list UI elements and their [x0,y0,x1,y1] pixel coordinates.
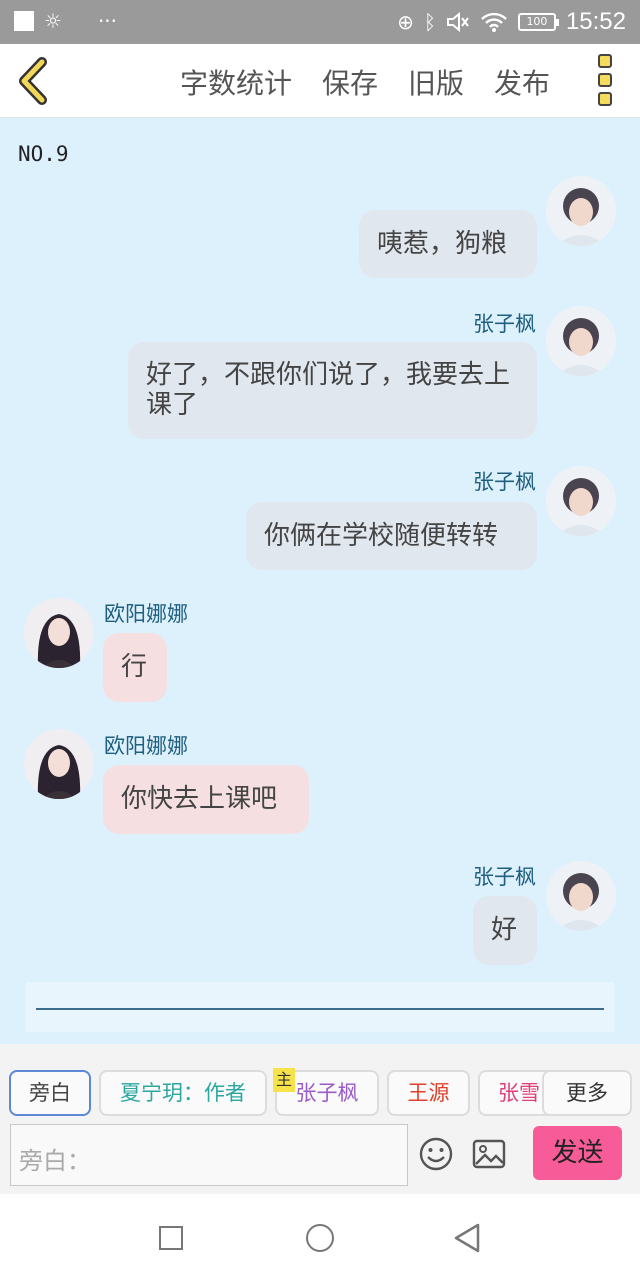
battery-icon: 100 [517,13,559,31]
sender-name: 欧阳娜娜 [104,734,188,758]
avatar[interactable] [546,466,616,536]
chat-area[interactable]: NO.9 咦惹，狗粮 张子枫 好了，不跟你们说了，我要去上课了 张子枫 你俩在学… [0,118,640,1044]
save-button[interactable]: 保存 [322,62,378,102]
publish-button[interactable]: 发布 [494,62,550,102]
chapter-number: NO.9 [18,142,69,166]
avatar[interactable] [546,306,616,376]
more-menu-icon[interactable] [598,54,614,106]
toolbar: 字数统计 保存 旧版 发布 [0,44,640,118]
divider-line [36,1008,604,1010]
role-narrator[interactable]: 旁白 [9,1070,91,1116]
avatar[interactable] [546,176,616,246]
status-bar: ☼ ··· ⊕ ᛒ 100 15:52 [0,0,640,44]
sender-name: 张子枫 [473,312,536,336]
clock: 15:52 [565,8,626,35]
image-icon[interactable] [471,1136,507,1172]
message-input[interactable]: 旁白： [10,1124,408,1186]
sender-name: 欧阳娜娜 [104,602,188,626]
back-triangle-icon[interactable] [452,1222,482,1254]
back-chevron-icon[interactable] [14,56,54,106]
recents-square-icon[interactable] [159,1226,183,1250]
mute-icon [446,11,469,33]
send-button[interactable]: 发送 [533,1126,622,1180]
main-role-badge: 主 [273,1068,295,1092]
avatar[interactable] [546,861,616,931]
message-bubble[interactable]: 你俩在学校随便转转 [246,502,537,570]
word-count-button[interactable]: 字数统计 [180,62,292,102]
more-notifications: ··· [97,9,118,33]
message-bubble[interactable]: 咦惹，狗粮 [359,210,537,278]
data-saver-icon: ⊕ [397,10,414,34]
end-divider [26,982,614,1032]
message-bubble[interactable]: 你快去上课吧 [103,765,309,834]
emoji-icon[interactable] [418,1136,454,1172]
sender-name: 张子枫 [473,470,536,494]
avatar[interactable] [24,729,94,799]
sun-icon: ☼ [44,9,62,33]
message-bubble[interactable]: 好 [473,896,537,965]
bluetooth-icon: ᛒ [423,10,436,34]
old-version-button[interactable]: 旧版 [408,62,464,102]
role-selector: 旁白 夏宁玥：作者 张子枫 主 王源 张雪 更多 [0,1068,640,1118]
composer: 旁白 夏宁玥：作者 张子枫 主 王源 张雪 更多 旁白： 发送 [0,1044,640,1194]
wifi-icon [481,12,507,32]
role-author[interactable]: 夏宁玥：作者 [99,1070,267,1116]
message-bubble[interactable]: 好了，不跟你们说了，我要去上课了 [128,342,537,439]
home-circle-icon[interactable] [306,1224,334,1252]
more-roles-button[interactable]: 更多 [542,1070,632,1116]
white-square-icon [14,11,34,31]
navigation-bar [0,1194,640,1280]
message-bubble[interactable]: 行 [103,633,167,702]
role-wang-yuan[interactable]: 王源 [387,1070,470,1116]
sender-name: 张子枫 [473,865,536,889]
avatar[interactable] [24,598,94,668]
